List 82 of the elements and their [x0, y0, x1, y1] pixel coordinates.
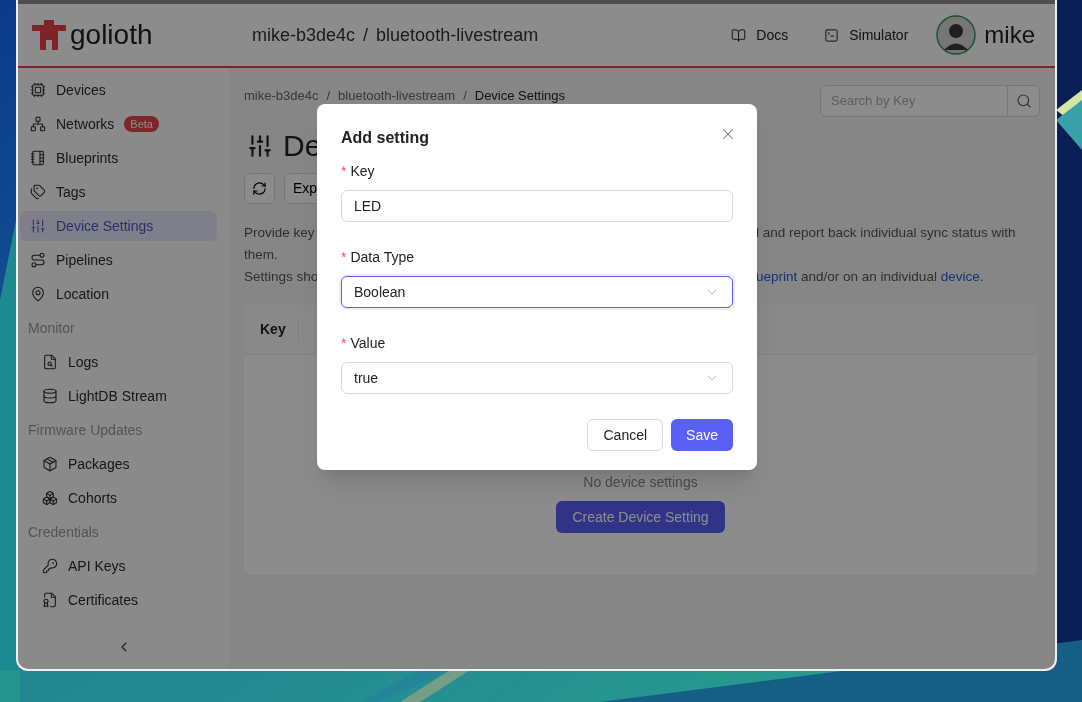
header-link[interactable]: Simulator: [824, 24, 909, 46]
separator: /: [463, 87, 467, 105]
text-link[interactable]: ueprint: [756, 269, 798, 284]
network-icon: [30, 116, 46, 132]
description-text: ueprint and/or on an individual device.: [756, 268, 985, 286]
header-link[interactable]: Docs: [731, 24, 789, 46]
empty-message: No device settings: [583, 473, 698, 492]
sidebar-item[interactable]: Tags: [20, 177, 217, 207]
project-crumb[interactable]: mike-b3de4c: [252, 21, 356, 49]
notebook-icon: [30, 150, 46, 166]
field-label: Key: [350, 161, 375, 181]
avatar[interactable]: [936, 15, 977, 55]
beta-badge: Beta: [124, 116, 159, 132]
sidebar-item[interactable]: Cohorts: [20, 483, 217, 513]
sidebar-label: Cohorts: [68, 488, 118, 508]
sidebar-label: Networks: [56, 114, 115, 134]
cpu-icon: [30, 82, 46, 98]
sidebar-label: Blueprints: [56, 148, 119, 168]
sliders-icon: [30, 218, 46, 234]
sidebar-item[interactable]: Device Settings: [20, 211, 217, 241]
sidebar-label: API Keys: [68, 556, 126, 576]
column-header: Key: [260, 320, 286, 339]
cancel-button[interactable]: Cancel: [587, 419, 664, 451]
tags-icon: [30, 184, 46, 200]
file-search-icon: [42, 354, 58, 370]
sidebar-item[interactable]: LightDB Stream: [20, 381, 217, 411]
create-button[interactable]: Create Device Setting: [556, 501, 725, 533]
breadcrumb-item[interactable]: Device Settings: [474, 86, 566, 106]
refresh-button[interactable]: [244, 173, 275, 204]
sidebar-label: Logs: [68, 352, 99, 372]
logo-text: golioth: [70, 21, 153, 49]
field-label: Data Type: [350, 247, 414, 267]
select-field[interactable]: true: [341, 362, 733, 394]
text-link[interactable]: device: [940, 269, 980, 284]
user-name: mike: [984, 20, 1035, 50]
sidebar-item[interactable]: Logs: [20, 347, 217, 377]
sidebar-item[interactable]: Pipelines: [20, 245, 217, 275]
sidebar-item[interactable]: Blueprints: [20, 143, 217, 173]
key-icon: [42, 558, 58, 574]
sidebar-label: Device Settings: [56, 216, 154, 236]
dialog-title: Add setting: [341, 128, 429, 148]
sidebar-label: Packages: [68, 454, 130, 474]
book-icon: [731, 27, 747, 43]
project-crumb[interactable]: bluetooth-livestream: [376, 21, 539, 49]
sidebar-item[interactable]: Location: [20, 279, 217, 309]
sidebar-label: Location: [56, 284, 109, 304]
file-badge-icon: [42, 592, 58, 608]
required-marker: *: [341, 333, 347, 353]
required-marker: *: [341, 161, 347, 181]
search-icon[interactable]: [1015, 93, 1032, 109]
sidebar-label: LightDB Stream: [68, 386, 167, 406]
sliders-icon: [247, 133, 273, 159]
save-button[interactable]: Save: [671, 419, 733, 451]
sidebar-item[interactable]: Devices: [20, 75, 217, 105]
breadcrumb-item[interactable]: bluetooth-livestream: [338, 86, 456, 106]
description-text: Provide key: [244, 224, 316, 242]
boxes-icon: [42, 490, 58, 506]
map-pin-icon: [30, 286, 46, 302]
package-icon: [42, 456, 58, 472]
sidebar-label: Devices: [56, 80, 106, 100]
field-label: Value: [350, 333, 386, 353]
refresh-icon: [252, 181, 267, 196]
description-text: them.: [244, 246, 279, 264]
required-marker: *: [341, 247, 347, 267]
breadcrumb-item[interactable]: mike-b3de4c: [244, 86, 319, 106]
database-icon: [42, 388, 58, 404]
sidebar-item[interactable]: Networks Beta: [20, 109, 217, 139]
description-text: Settings sho: [244, 268, 316, 286]
sidebar-item[interactable]: API Keys: [20, 551, 217, 581]
sidebar-item[interactable]: Certificates: [20, 585, 217, 615]
separator: /: [326, 87, 331, 105]
terminal-icon: [824, 27, 840, 43]
sidebar-item[interactable]: Packages: [20, 449, 217, 479]
sidebar-label: Tags: [56, 182, 86, 202]
description-text: l and report back individual sync status with: [756, 224, 1017, 242]
sidebar-label: Certificates: [68, 590, 139, 610]
logo-icon: [32, 20, 66, 50]
select-field[interactable]: Boolean: [341, 276, 733, 308]
route-icon: [30, 252, 46, 268]
input-field[interactable]: LED: [341, 190, 733, 222]
separator: /: [363, 23, 369, 47]
sidebar-label: Pipelines: [56, 250, 113, 270]
